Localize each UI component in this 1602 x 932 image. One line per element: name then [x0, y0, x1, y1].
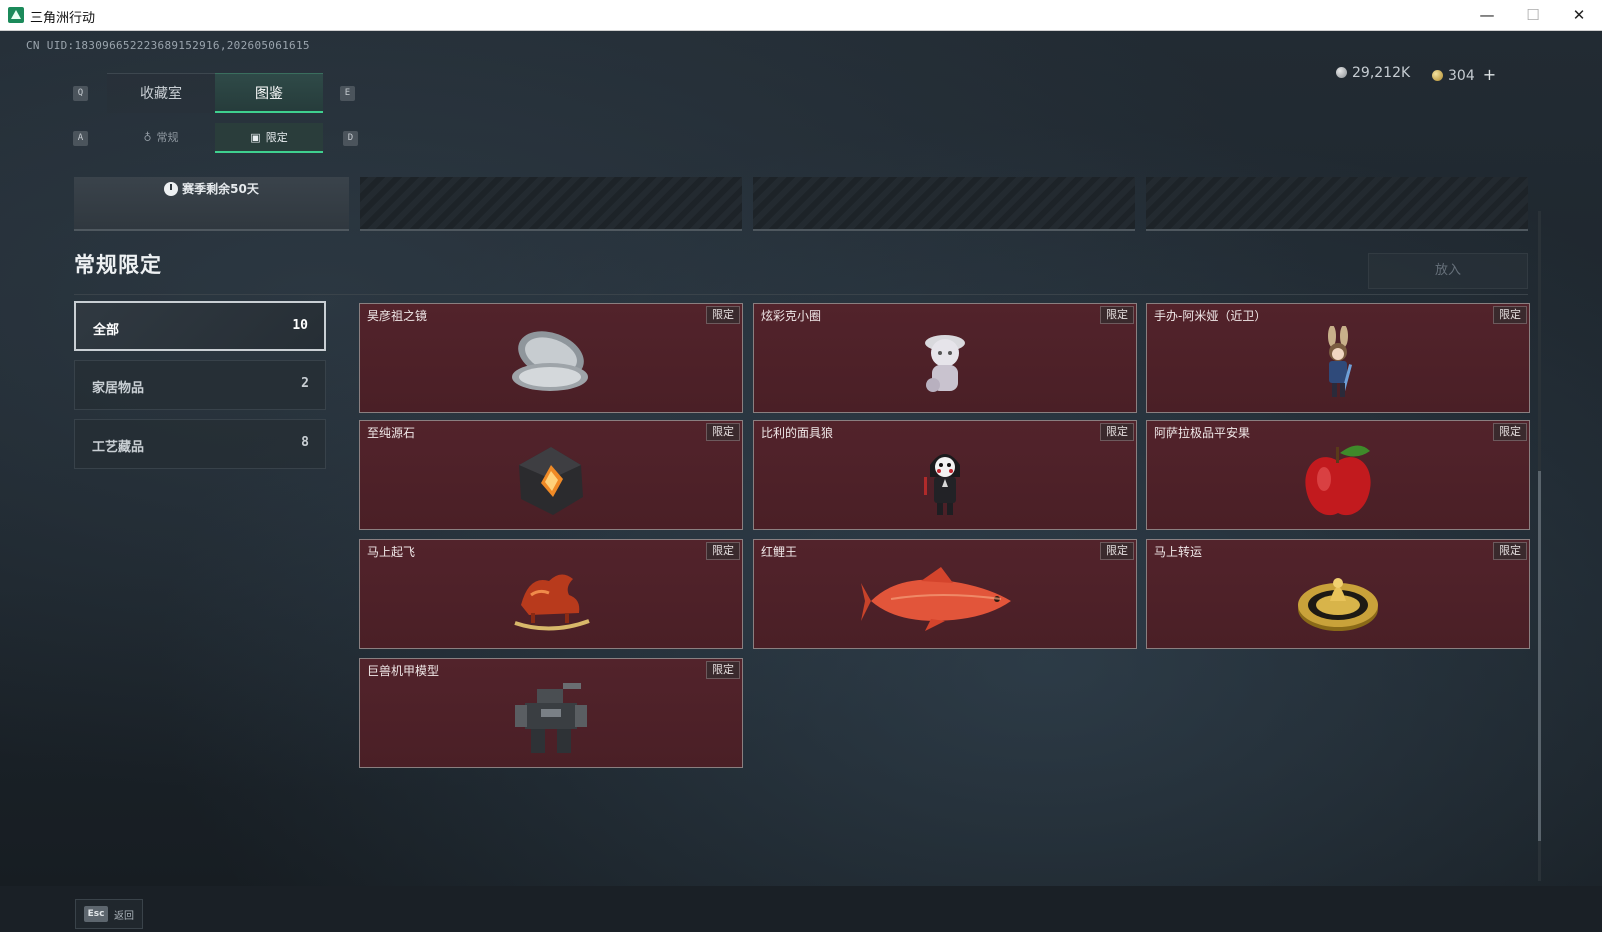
footer-bar: Esc 返回 [0, 886, 1602, 932]
season-banner-locked [360, 177, 742, 231]
maximize-button[interactable]: ☐ [1510, 0, 1556, 31]
category-label: 全部 [93, 323, 120, 338]
category-home-items[interactable]: 家居物品 2 [74, 360, 326, 410]
item-name: 昊彦祖之镜 [367, 309, 428, 323]
limited-badge: 限定 [706, 306, 740, 324]
category-count: 10 [292, 318, 308, 333]
item-name: 比利的面具狼 [761, 426, 834, 440]
season-remaining-text: 赛季剩余50天 [182, 182, 259, 196]
figurine-icon [925, 335, 965, 393]
limited-badge: 限定 [1100, 306, 1134, 324]
limited-badge: 限定 [706, 661, 740, 679]
item-name: 巨兽机甲模型 [367, 664, 440, 678]
subtab-regular-label: 常规 [156, 131, 179, 144]
category-count: 8 [301, 435, 309, 450]
key-hint-e: E [340, 86, 355, 101]
carp-icon [861, 567, 1011, 632]
silver-coin-icon [1336, 67, 1347, 78]
limited-badge: 限定 [706, 423, 740, 441]
category-label: 家居物品 [92, 381, 145, 396]
mech-icon [515, 683, 587, 754]
window-title: 三角洲行动 [30, 11, 96, 26]
mirror-icon [512, 331, 588, 392]
subtab-limited[interactable]: ▣ 限定 [215, 123, 323, 153]
collectible-card[interactable]: 手办-阿米娅（近卫） 限定 [1146, 303, 1530, 413]
collectible-card[interactable]: 阿萨拉极品平安果 限定 [1146, 420, 1530, 530]
season-banner-locked [753, 177, 1135, 231]
collectible-card[interactable]: 炫彩克小圈 限定 [753, 303, 1137, 413]
category-label: 工艺藏品 [92, 440, 145, 455]
subtab-limited-label: 限定 [265, 131, 288, 144]
gold-amount: 304 [1448, 68, 1475, 84]
silver-currency: 29,212K [1336, 65, 1410, 81]
scrollbar[interactable] [1538, 211, 1541, 881]
apple-icon [1305, 445, 1371, 516]
close-button[interactable]: ✕ [1556, 0, 1602, 31]
key-hint-a: A [73, 131, 88, 146]
horse-icon [514, 574, 590, 631]
gold-coin-icon [1432, 70, 1443, 81]
limited-badge: 限定 [1100, 542, 1134, 560]
collectible-card[interactable]: 昊彦祖之镜 限定 [359, 303, 743, 413]
category-crafts[interactable]: 工艺藏品 8 [74, 419, 326, 469]
category-count: 2 [301, 376, 309, 391]
minimize-button[interactable]: — [1464, 0, 1510, 31]
app-logo-icon [8, 7, 24, 23]
section-title: 常规限定 [74, 253, 162, 277]
item-name: 马上起飞 [367, 545, 416, 559]
item-name: 炫彩克小圈 [761, 309, 822, 323]
season-banner-locked [1146, 177, 1528, 231]
item-name: 红鲤王 [761, 545, 798, 559]
limited-badge: 限定 [706, 542, 740, 560]
item-name: 至纯源石 [367, 426, 416, 440]
clock-icon [164, 182, 179, 196]
coin-disc-icon [1298, 578, 1378, 632]
collectible-card[interactable]: 至纯源石 限定 [359, 420, 743, 530]
collectible-card[interactable]: 巨兽机甲模型 限定 [359, 658, 743, 768]
collectible-card[interactable]: 马上转运 限定 [1146, 539, 1530, 649]
subtab-regular[interactable]: ♁ 常规 [107, 123, 215, 153]
crystal-icon [519, 447, 583, 516]
back-button[interactable]: Esc 返回 [75, 899, 143, 929]
key-hint-q: Q [73, 86, 88, 101]
back-label: 返回 [114, 911, 134, 922]
item-name: 阿萨拉极品平安果 [1154, 426, 1251, 440]
window-titlebar: 三角洲行动 — ☐ ✕ [0, 0, 1602, 31]
tab-codex[interactable]: 图鉴 [215, 73, 323, 113]
key-hint-d: D [343, 131, 358, 146]
section-divider [74, 294, 1528, 295]
image-icon: ▣ [250, 131, 261, 144]
season-remaining: 赛季剩余50天 [74, 180, 349, 197]
bell-icon: ♁ [143, 131, 152, 144]
tab-collection-room[interactable]: 收藏室 [107, 73, 215, 113]
limited-badge: 限定 [1493, 306, 1527, 324]
gold-currency: 304 + [1432, 65, 1496, 84]
season-banner-current[interactable]: 赛季剩余50天 [74, 177, 349, 231]
item-name: 手办-阿米娅（近卫） [1154, 309, 1267, 323]
category-all[interactable]: 全部 10 [74, 301, 326, 351]
place-button[interactable]: 放入 [1368, 253, 1528, 289]
puppet-icon [924, 454, 960, 516]
game-viewport: CN UID:18309665222368915291​6,2026050616… [0, 31, 1602, 932]
bunny-figure-icon [1328, 326, 1353, 398]
limited-badge: 限定 [1493, 542, 1527, 560]
esc-key-hint: Esc [84, 906, 108, 922]
add-currency-button[interactable]: + [1483, 65, 1496, 84]
silver-amount: 29,212K [1352, 65, 1411, 81]
collectible-card[interactable]: 红鲤王 限定 [753, 539, 1137, 649]
scrollbar-thumb[interactable] [1538, 471, 1541, 841]
collectible-card[interactable]: 马上起飞 限定 [359, 539, 743, 649]
collectible-card[interactable]: 比利的面具狼 限定 [753, 420, 1137, 530]
player-uid: CN UID:18309665222368915291​6,2026050616… [26, 39, 310, 52]
limited-badge: 限定 [1100, 423, 1134, 441]
limited-badge: 限定 [1493, 423, 1527, 441]
item-name: 马上转运 [1154, 545, 1203, 559]
